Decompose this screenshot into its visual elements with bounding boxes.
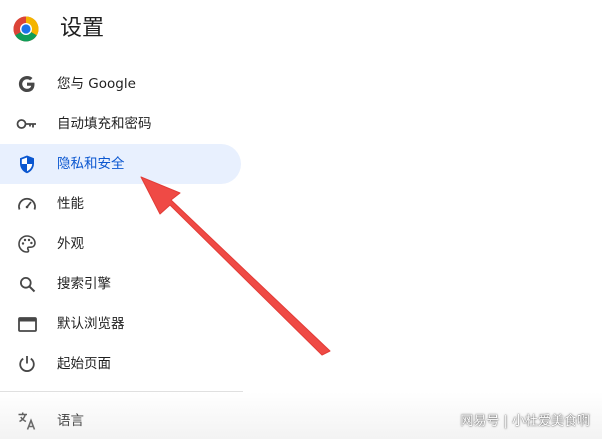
sidebar-item-privacy[interactable]: 隐私和安全 <box>0 144 241 184</box>
translate-icon <box>16 410 38 432</box>
sidebar-item-label: 起始页面 <box>57 356 111 372</box>
sidebar-item-label: 隐私和安全 <box>57 156 125 172</box>
page-title: 设置 <box>60 16 105 41</box>
search-icon <box>16 273 38 295</box>
watermark-text: 网易号 | 小杜爱美食啊 <box>460 414 590 429</box>
sidebar-item-label: 语言 <box>57 413 84 429</box>
sidebar-item-languages[interactable]: 语言 <box>0 401 245 439</box>
sidebar-item-label: 搜索引擎 <box>57 276 111 292</box>
sidebar-divider <box>0 391 243 392</box>
speedometer-icon <box>16 193 38 215</box>
key-icon <box>16 113 38 135</box>
sidebar-item-search-engine[interactable]: 搜索引擎 <box>0 264 245 304</box>
sidebar-item-autofill[interactable]: 自动填充和密码 <box>0 104 245 144</box>
sidebar-item-label: 性能 <box>57 196 84 212</box>
sidebar-item-default-browser[interactable]: 默认浏览器 <box>0 304 245 344</box>
google-g-icon <box>16 73 38 95</box>
settings-page: 设置 您与 Google 自动填充和密码 隐私和安全 性能 外观 搜索引擎 默认… <box>0 0 602 439</box>
sidebar-item-performance[interactable]: 性能 <box>0 184 245 224</box>
sidebar-item-you-and-google[interactable]: 您与 Google <box>0 64 245 104</box>
sidebar-item-label: 自动填充和密码 <box>57 116 152 132</box>
sidebar-item-on-startup[interactable]: 起始页面 <box>0 344 245 384</box>
settings-header: 设置 <box>0 0 602 62</box>
sidebar-item-label: 外观 <box>57 236 84 252</box>
shield-icon <box>16 153 38 175</box>
power-icon <box>16 353 38 375</box>
chrome-logo-icon <box>13 16 39 42</box>
browser-window-icon <box>16 313 38 335</box>
sidebar-item-label: 默认浏览器 <box>57 316 125 332</box>
palette-icon <box>16 233 38 255</box>
sidebar-item-appearance[interactable]: 外观 <box>0 224 245 264</box>
sidebar-item-label: 您与 Google <box>57 76 136 92</box>
settings-sidebar: 您与 Google 自动填充和密码 隐私和安全 性能 外观 搜索引擎 默认浏览器… <box>0 64 245 384</box>
